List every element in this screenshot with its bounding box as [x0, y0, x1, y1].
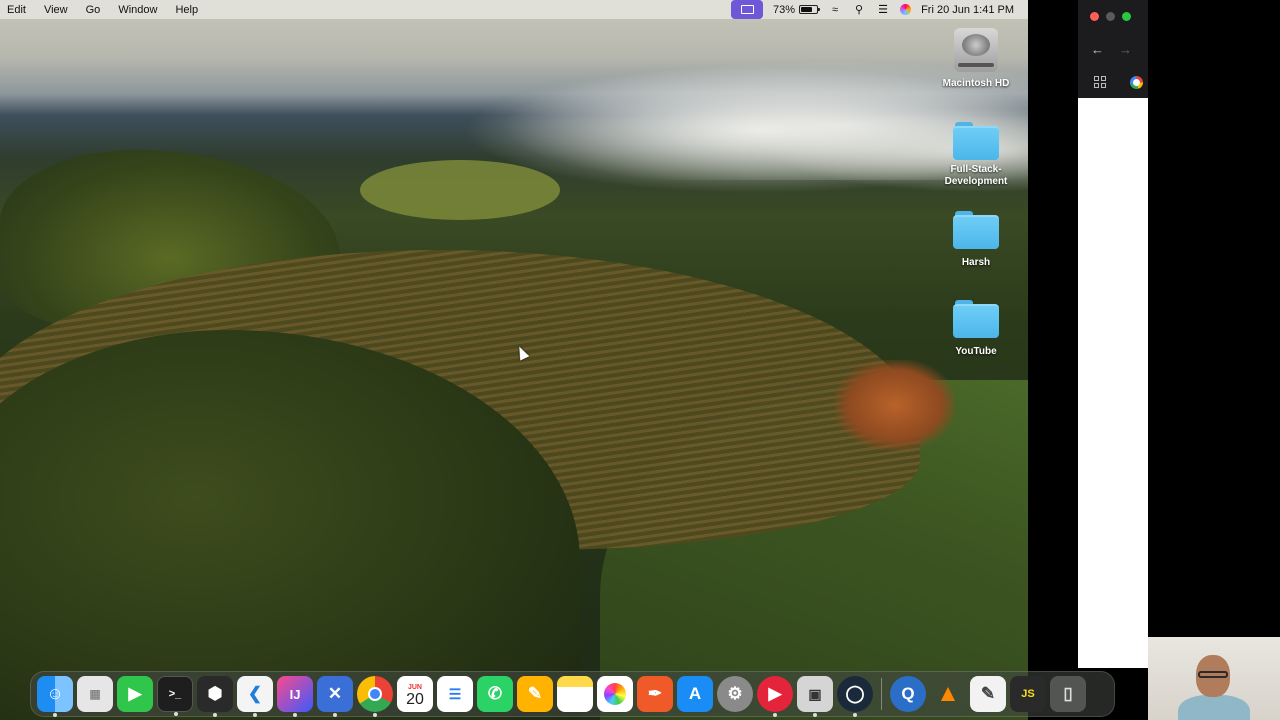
wallpaper-autumn-tree	[835, 360, 955, 450]
forward-arrow-icon[interactable]: →	[1119, 42, 1132, 57]
battery-percent: 73%	[773, 3, 796, 16]
cube-app-icon[interactable]: ⬢	[197, 676, 233, 717]
spotlight-search-icon[interactable]: ⚲	[852, 3, 866, 16]
desktop-icon-label: Macintosh HD	[942, 78, 1010, 89]
dock-separator	[881, 678, 882, 710]
desktop-icon-harsh[interactable]: Harsh	[931, 211, 1021, 269]
desktop-icon-macintosh-hd[interactable]: Macintosh HD	[931, 28, 1021, 90]
system-settings-icon[interactable]: ⚙	[717, 676, 753, 712]
window-close-button[interactable]	[1090, 12, 1099, 21]
desktop-wallpaper	[0, 0, 1028, 720]
terminal-icon[interactable]: >_	[157, 676, 193, 716]
vlc-icon[interactable]: ▲	[930, 676, 966, 712]
webcam-overlay	[1148, 637, 1280, 720]
activity-app-icon[interactable]: ◯	[837, 676, 873, 717]
facetime-icon[interactable]: ▶	[117, 676, 153, 712]
browser-window[interactable]: ← →	[1078, 0, 1148, 668]
app-store-icon[interactable]: A	[677, 676, 713, 712]
folder-icon	[953, 122, 999, 160]
menu-go[interactable]: Go	[77, 4, 110, 16]
calendar-icon[interactable]: JUN 20	[397, 676, 433, 712]
reminders-icon[interactable]: ☰	[437, 676, 473, 712]
textedit-icon[interactable]: ✎	[970, 676, 1006, 712]
desktop-icon-youtube[interactable]: YouTube	[931, 300, 1021, 358]
wallpaper-hilltop	[360, 160, 560, 220]
control-center-icon[interactable]: ☰	[876, 3, 890, 16]
youtube-player-icon[interactable]: ▶	[757, 676, 793, 717]
siri-icon[interactable]	[900, 4, 912, 15]
menu-view[interactable]: View	[35, 4, 77, 16]
back-arrow-icon[interactable]: ←	[1091, 42, 1104, 57]
presenter-body	[1178, 695, 1250, 720]
trash-icon[interactable]: ▯	[1050, 676, 1086, 712]
wifi-icon[interactable]: ≈	[828, 4, 842, 16]
chrome-icon[interactable]	[357, 676, 393, 717]
intellij-icon[interactable]: IJ	[277, 676, 313, 717]
window-maximize-button[interactable]	[1122, 12, 1131, 21]
launchpad-icon[interactable]: ▦	[77, 676, 113, 712]
desktop-icon-full-stack-development[interactable]: Full-Stack-Development	[931, 122, 1021, 188]
browser-toolbar: ← →	[1078, 0, 1148, 98]
battery-icon	[799, 5, 821, 14]
pages-icon[interactable]: ✎	[517, 676, 553, 712]
menu-edit[interactable]: Edit	[0, 4, 35, 16]
menu-clock[interactable]: Fri 20 Jun 1:41 PM	[921, 4, 1014, 16]
hard-drive-icon	[954, 28, 998, 72]
google-icon[interactable]	[1130, 76, 1143, 89]
desktop-icon-label: Full-Stack-Development	[944, 164, 1008, 187]
finder-icon[interactable]: ☺	[37, 676, 73, 717]
menu-bar: Edit View Go Window Help 73% ≈ ⚲ ☰ Fri 2…	[0, 0, 1028, 19]
menu-help[interactable]: Help	[166, 4, 207, 16]
window-minimize-button[interactable]	[1106, 12, 1115, 21]
folder-icon	[953, 211, 999, 249]
quicktime-icon[interactable]: Q	[890, 676, 926, 712]
presenter-glasses	[1198, 671, 1228, 678]
js-app-icon[interactable]: JS	[1010, 676, 1046, 712]
desktop-icon-label: Harsh	[961, 257, 991, 268]
whatsapp-icon[interactable]: ✆	[477, 676, 513, 712]
battery-status[interactable]: 73%	[773, 3, 821, 16]
menu-window[interactable]: Window	[109, 4, 166, 16]
photos-icon[interactable]	[597, 676, 633, 712]
screen: Edit View Go Window Help 73% ≈ ⚲ ☰ Fri 2…	[0, 0, 1280, 720]
preview-icon[interactable]: ▣	[797, 676, 833, 717]
vscode-icon[interactable]: ❮	[237, 676, 273, 717]
desktop-icon-label: YouTube	[955, 346, 997, 357]
xcode-icon[interactable]: ✕	[317, 676, 353, 717]
pencil-app-icon[interactable]: ✒	[637, 676, 673, 712]
notes-icon[interactable]	[557, 676, 593, 712]
dock: ☺ ▦ ▶ >_ ⬢ ❮ IJ ✕ JUN 20 ☰ ✆ ✎ ✒ A ⚙ ▶ ▣…	[30, 671, 1115, 717]
calendar-day: 20	[406, 691, 424, 708]
folder-icon	[953, 300, 999, 338]
tab-grid-icon[interactable]	[1094, 76, 1106, 88]
screen-recording-icon[interactable]	[731, 0, 764, 19]
